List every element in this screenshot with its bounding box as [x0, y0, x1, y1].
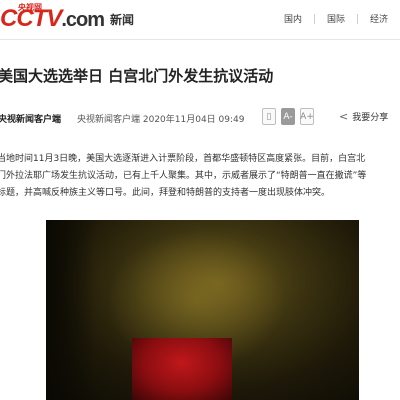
article-tools: ▯ A- A+	[262, 108, 319, 125]
article-paragraph-line: 当地时间11月3日晚，美国大选逐渐进入计票阶段，首都华盛顿特区高度紧张。目前，白…	[0, 154, 366, 164]
article-source[interactable]: 央视新闻客户端	[0, 112, 61, 125]
video-player[interactable]	[46, 220, 359, 400]
share-button[interactable]: < 我要分享	[339, 110, 388, 123]
font-decrease-button[interactable]: A-	[281, 108, 295, 125]
article-paragraph-line: 门外拉法耶广场发生抗议活动，已有上千人聚集。其中，示威者展示了“特朗普一直在撒谎…	[0, 171, 367, 181]
nav-item-domestic[interactable]: 国内	[272, 12, 314, 25]
share-icon: <	[339, 110, 349, 123]
article-meta-bar: 央视新闻客户端 央视新闻客户端 2020年11月04日 09:49 ▯ A- A…	[0, 108, 400, 130]
top-navigation-bar: 央视网 CCTV.com 新闻 国内 国际 经济	[0, 0, 400, 40]
nav-item-international[interactable]: 国际	[315, 12, 357, 25]
phone-icon[interactable]: ▯	[262, 108, 276, 125]
logo-section-news: 新闻	[110, 12, 135, 27]
article-paragraph-line: 标题，并高喊反种族主义等口号。此间，拜登和特朗普的支持者一度出现肢体冲突。	[0, 188, 331, 198]
main-nav: 国内 国际 经济	[272, 12, 400, 25]
nav-item-economy[interactable]: 经济	[358, 12, 400, 25]
article-title: 美国大选选举日 白宫北门外发生抗议活动	[0, 67, 274, 85]
video-frame-shadow	[46, 220, 96, 400]
logo-chinese-text: 央视网	[18, 3, 42, 12]
article-body: 当地时间11月3日晚，美国大选逐渐进入计票阶段，首都华盛顿特区高度紧张。目前，白…	[0, 151, 400, 202]
logo-mark: CCTV.com	[0, 5, 105, 33]
article-meta: 央视新闻客户端 2020年11月04日 09:49	[77, 115, 245, 125]
logo-com-text: .com	[61, 9, 105, 31]
font-increase-button[interactable]: A+	[300, 108, 314, 125]
cctv-logo[interactable]: 央视网 CCTV.com 新闻	[0, 3, 135, 33]
share-label: 我要分享	[352, 113, 389, 123]
video-frame-red-flag	[132, 338, 232, 400]
